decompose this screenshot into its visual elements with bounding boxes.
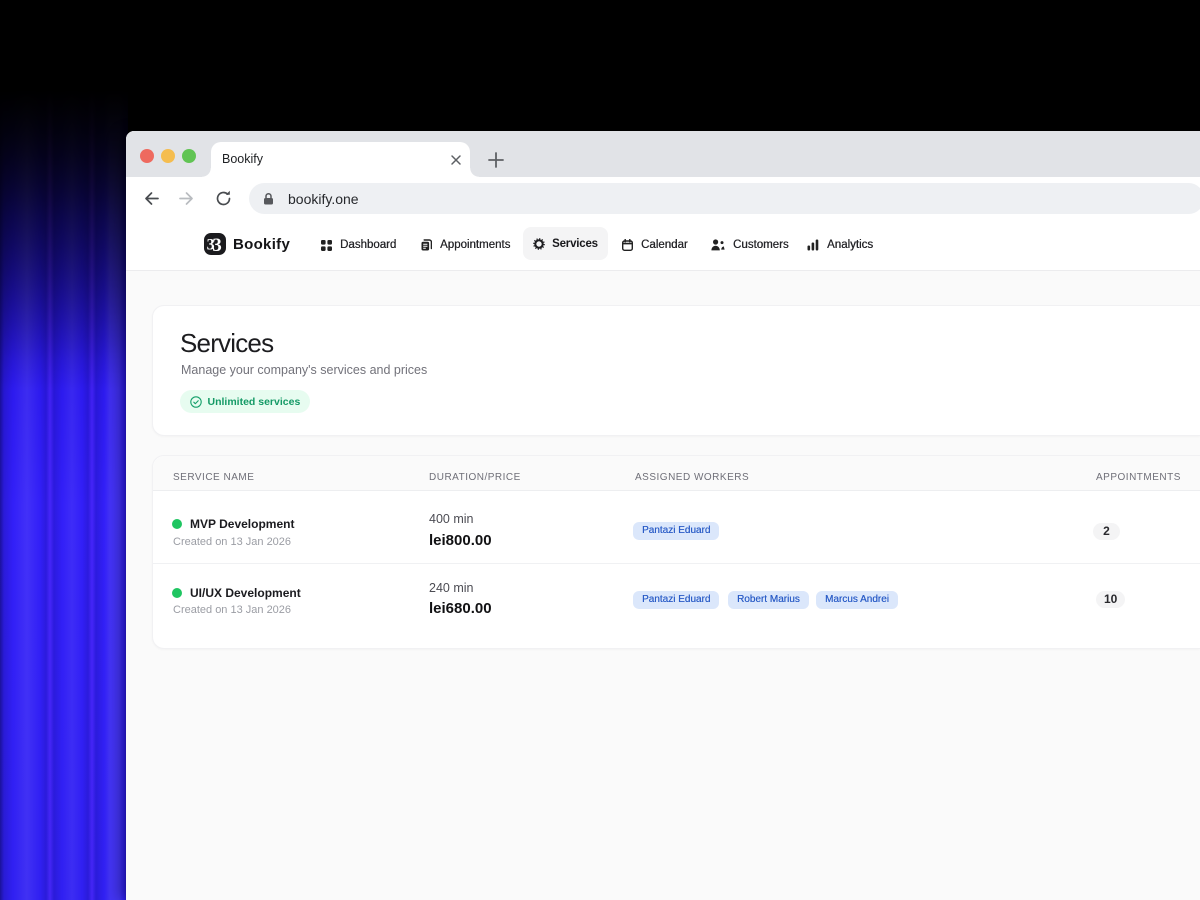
svg-text:3: 3 — [212, 235, 222, 255]
